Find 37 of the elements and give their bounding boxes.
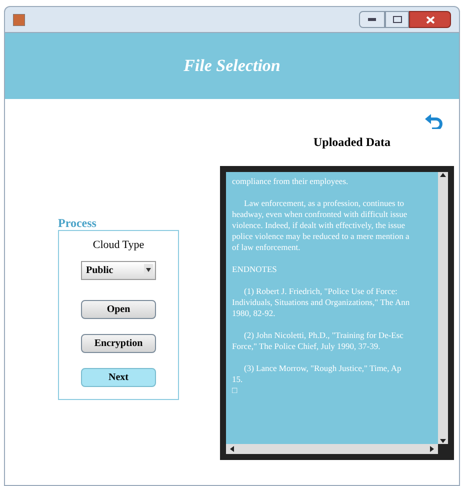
text-line: ENDNOTES [232,264,278,275]
minimize-icon [368,18,376,21]
scroll-right-icon[interactable] [429,446,435,452]
window-title: File Selection [184,55,280,78]
action-button[interactable]: Encryption [81,334,156,352]
cloud-type-label: Cloud Type [92,238,144,253]
app-icon [13,14,25,26]
close-button[interactable] [409,11,451,28]
horizontal-scrollbar[interactable] [226,444,438,454]
maximize-icon [392,16,402,23]
text-line: Law enforcement, as a profession, continues to [243,198,406,209]
scroll-down-icon[interactable] [440,438,446,444]
text-line: Individuals, Situations and Organizations," The Ann [232,297,411,308]
vertical-scrollbar[interactable] [438,172,448,444]
text-line: headway, even when confronted with difficult issue [232,209,408,220]
text-line: 1980, 82-92. [232,308,276,319]
text-line: Force," The Police Chief, July 1990, 37-39. [232,341,382,352]
text-line: (3) Lance Morrow, "Rough Justice," Time, Ap [243,363,402,374]
text-line: of law enforcement. [232,242,302,253]
text-line: (2) John Nicoletti, Ph.D., "Training for De-Esc [243,330,404,341]
scroll-up-icon[interactable] [440,172,446,178]
scroll-left-icon[interactable] [229,446,235,452]
next-button[interactable]: Next [81,368,156,386]
text-line: violence. Indeed, if dealt with effectively, the issue [232,220,406,231]
minimize-button[interactable] [359,11,385,28]
text-line: police violence may be reduced to a mere mention a [232,231,410,242]
close-icon [426,16,434,24]
text-line: (1) Robert J. Friedrich, "Police Use of Force: [243,286,398,297]
text-line: 15. [232,374,244,385]
action-button[interactable]: Open [81,300,156,318]
cloud-type-dropdown[interactable]: Public [81,260,156,280]
text-line: □ [232,385,238,396]
back-arrow-icon[interactable] [425,113,443,129]
process-title: Process [58,216,98,230]
section-heading: Uploaded Data [313,134,390,151]
maximize-button[interactable] [385,11,409,28]
text-line: compliance from their employees. [232,176,350,187]
